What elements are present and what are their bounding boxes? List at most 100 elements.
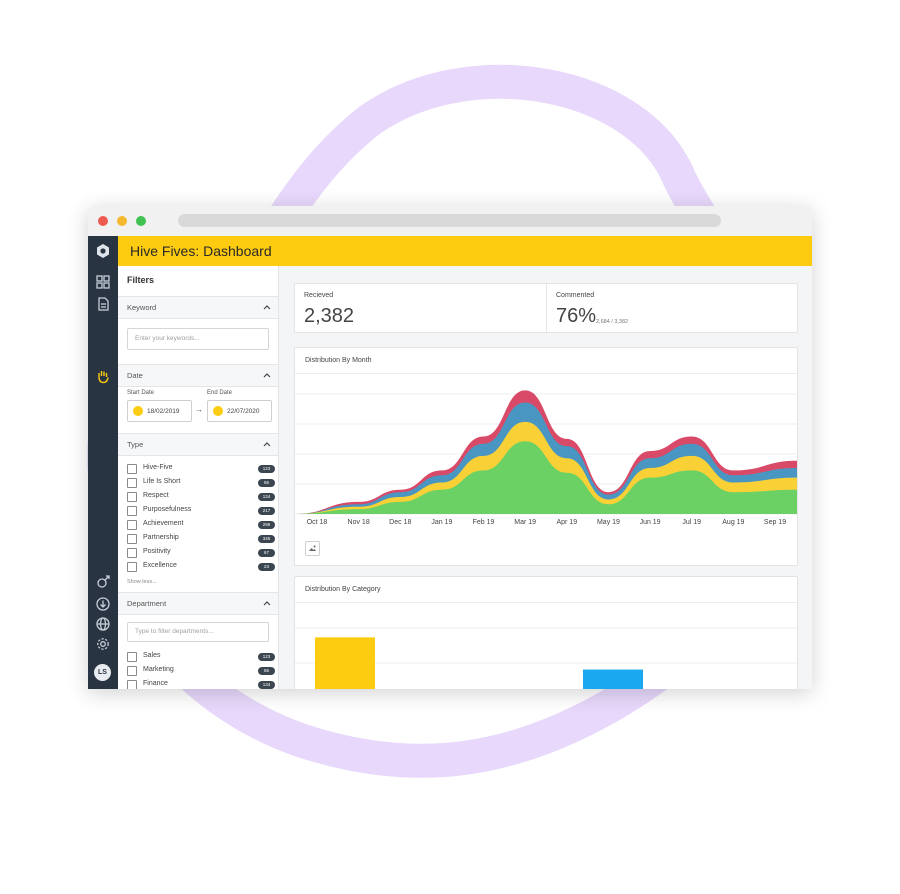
- checkbox[interactable]: [127, 464, 137, 474]
- type-option-label: Purposefulness: [143, 506, 192, 513]
- checkbox[interactable]: [127, 478, 137, 488]
- chevron-up-icon[interactable]: [262, 598, 272, 608]
- checkbox[interactable]: [127, 520, 137, 530]
- maximize-window-dot[interactable]: [136, 216, 146, 226]
- start-date-value: 18/02/2019: [147, 408, 180, 415]
- rocket-icon[interactable]: [95, 574, 111, 590]
- commented-value: 76%: [556, 305, 597, 327]
- count-badge: 23: [258, 563, 275, 571]
- category-bar-chart: [295, 627, 797, 689]
- checkbox[interactable]: [127, 548, 137, 558]
- dashboard-main: Recieved 2,382 Commented 76% 2,684 / 3,3…: [279, 266, 812, 689]
- start-date-input[interactable]: 18/02/2019: [127, 400, 192, 422]
- stats-card: Recieved 2,382 Commented 76% 2,684 / 3,3…: [294, 283, 798, 333]
- date-section-header[interactable]: Date: [118, 364, 278, 387]
- month-tick-label: Jun 19: [639, 519, 661, 526]
- hand-wave-icon[interactable]: [95, 368, 111, 384]
- user-initials: LS: [98, 669, 107, 676]
- month-tick-label: Sep 19: [763, 519, 787, 526]
- user-avatar[interactable]: LS: [94, 664, 111, 681]
- grid-icon[interactable]: [95, 274, 111, 290]
- show-less-link[interactable]: Show less...: [127, 579, 157, 585]
- type-option-row[interactable]: Purposefulness 217: [127, 505, 275, 517]
- filters-title: Filters: [127, 275, 155, 285]
- page-title: Hive Fives: Dashboard: [130, 243, 272, 259]
- filters-panel: Filters Keyword Enter your keywords... D…: [118, 266, 279, 689]
- count-badge: 123: [258, 465, 275, 473]
- commented-stat: Commented 76% 2,684 / 3,382: [547, 284, 797, 332]
- count-badge: 67: [258, 549, 275, 557]
- department-section-header[interactable]: Department: [118, 592, 278, 615]
- type-option-row[interactable]: Achievement 296: [127, 519, 275, 531]
- month-tick-label: May 19: [596, 519, 620, 526]
- checkbox[interactable]: [127, 534, 137, 544]
- keyword-section-header[interactable]: Keyword: [118, 296, 278, 319]
- checkbox[interactable]: [127, 506, 137, 516]
- department-option-row[interactable]: Finance 134: [127, 679, 275, 689]
- category-bar: [315, 637, 375, 689]
- browser-titlebar: [88, 206, 812, 236]
- minimize-window-dot[interactable]: [117, 216, 127, 226]
- chevron-up-icon[interactable]: [262, 370, 272, 380]
- department-option-row[interactable]: Sales 123: [127, 651, 275, 663]
- type-option-row[interactable]: Hive-Five 123: [127, 463, 275, 475]
- received-label: Recieved: [304, 292, 334, 299]
- department-option-label: Sales: [143, 652, 161, 659]
- count-badge: 123: [258, 653, 275, 661]
- document-icon[interactable]: [95, 296, 111, 312]
- chevron-up-icon[interactable]: [262, 302, 272, 312]
- type-section-header[interactable]: Type: [118, 433, 278, 456]
- export-image-button[interactable]: [305, 541, 320, 556]
- checkbox[interactable]: [127, 492, 137, 502]
- hexagon-logo-icon[interactable]: [95, 243, 111, 259]
- type-option-row[interactable]: Excellence 23: [127, 561, 275, 573]
- month-tick-label: Apr 19: [556, 519, 578, 526]
- close-window-dot[interactable]: [98, 216, 108, 226]
- globe-icon[interactable]: [95, 616, 111, 632]
- end-date-value: 22/07/2020: [227, 408, 260, 415]
- count-badge: 134: [258, 493, 275, 501]
- count-badge: 345: [258, 535, 275, 543]
- checkbox[interactable]: [127, 652, 137, 662]
- checkbox[interactable]: [127, 680, 137, 689]
- received-value: 2,382: [304, 305, 355, 327]
- count-badge: 56: [258, 479, 275, 487]
- month-tick-label: Dec 18: [389, 519, 412, 526]
- department-option-row[interactable]: Marketing 56: [127, 665, 275, 677]
- gear-icon[interactable]: [95, 636, 111, 652]
- received-stat: Recieved 2,382: [295, 284, 545, 332]
- keyword-input[interactable]: Enter your keywords...: [127, 328, 269, 350]
- end-date-input[interactable]: 22/07/2020: [207, 400, 272, 422]
- type-option-label: Life Is Short: [143, 478, 181, 485]
- type-option-label: Partnership: [143, 534, 179, 541]
- browser-window: LS Hive Fives: Dashboard Filters Keyword…: [88, 206, 812, 689]
- category-chart-title: Distribution By Category: [305, 586, 381, 593]
- download-icon[interactable]: [95, 596, 111, 612]
- type-option-row[interactable]: Positivity 67: [127, 547, 275, 559]
- calendar-icon: [133, 406, 143, 416]
- keyword-input-placeholder: Enter your keywords...: [135, 335, 200, 342]
- date-section-label: Date: [127, 371, 143, 380]
- commented-detail: 2,684 / 3,382: [596, 319, 629, 325]
- address-bar[interactable]: [178, 214, 721, 227]
- start-date-label: Start Date: [127, 390, 155, 396]
- type-option-row[interactable]: Partnership 345: [127, 533, 275, 545]
- chevron-up-icon[interactable]: [262, 439, 272, 449]
- month-chart-card: Distribution By Month Oct 18 Nov 18 Dec 18…: [294, 347, 798, 566]
- month-tick-label: Jul 19: [682, 519, 702, 526]
- type-section-label: Type: [127, 440, 144, 449]
- type-option-row[interactable]: Respect 134: [127, 491, 275, 503]
- commented-label: Commented: [556, 292, 595, 299]
- month-area-chart: [295, 390, 797, 515]
- department-filter-placeholder: Type to filter departments...: [135, 628, 214, 635]
- calendar-icon: [213, 406, 223, 416]
- checkbox[interactable]: [127, 562, 137, 572]
- checkbox[interactable]: [127, 666, 137, 676]
- end-date-label: End Date: [207, 390, 233, 396]
- nav-rail: LS: [88, 236, 118, 689]
- type-option-label: Hive-Five: [143, 464, 173, 471]
- app-header: Hive Fives: Dashboard: [118, 236, 812, 266]
- date-range-arrow-icon: →: [195, 405, 203, 414]
- type-option-row[interactable]: Life Is Short 56: [127, 477, 275, 489]
- department-filter-input[interactable]: Type to filter departments...: [127, 622, 269, 642]
